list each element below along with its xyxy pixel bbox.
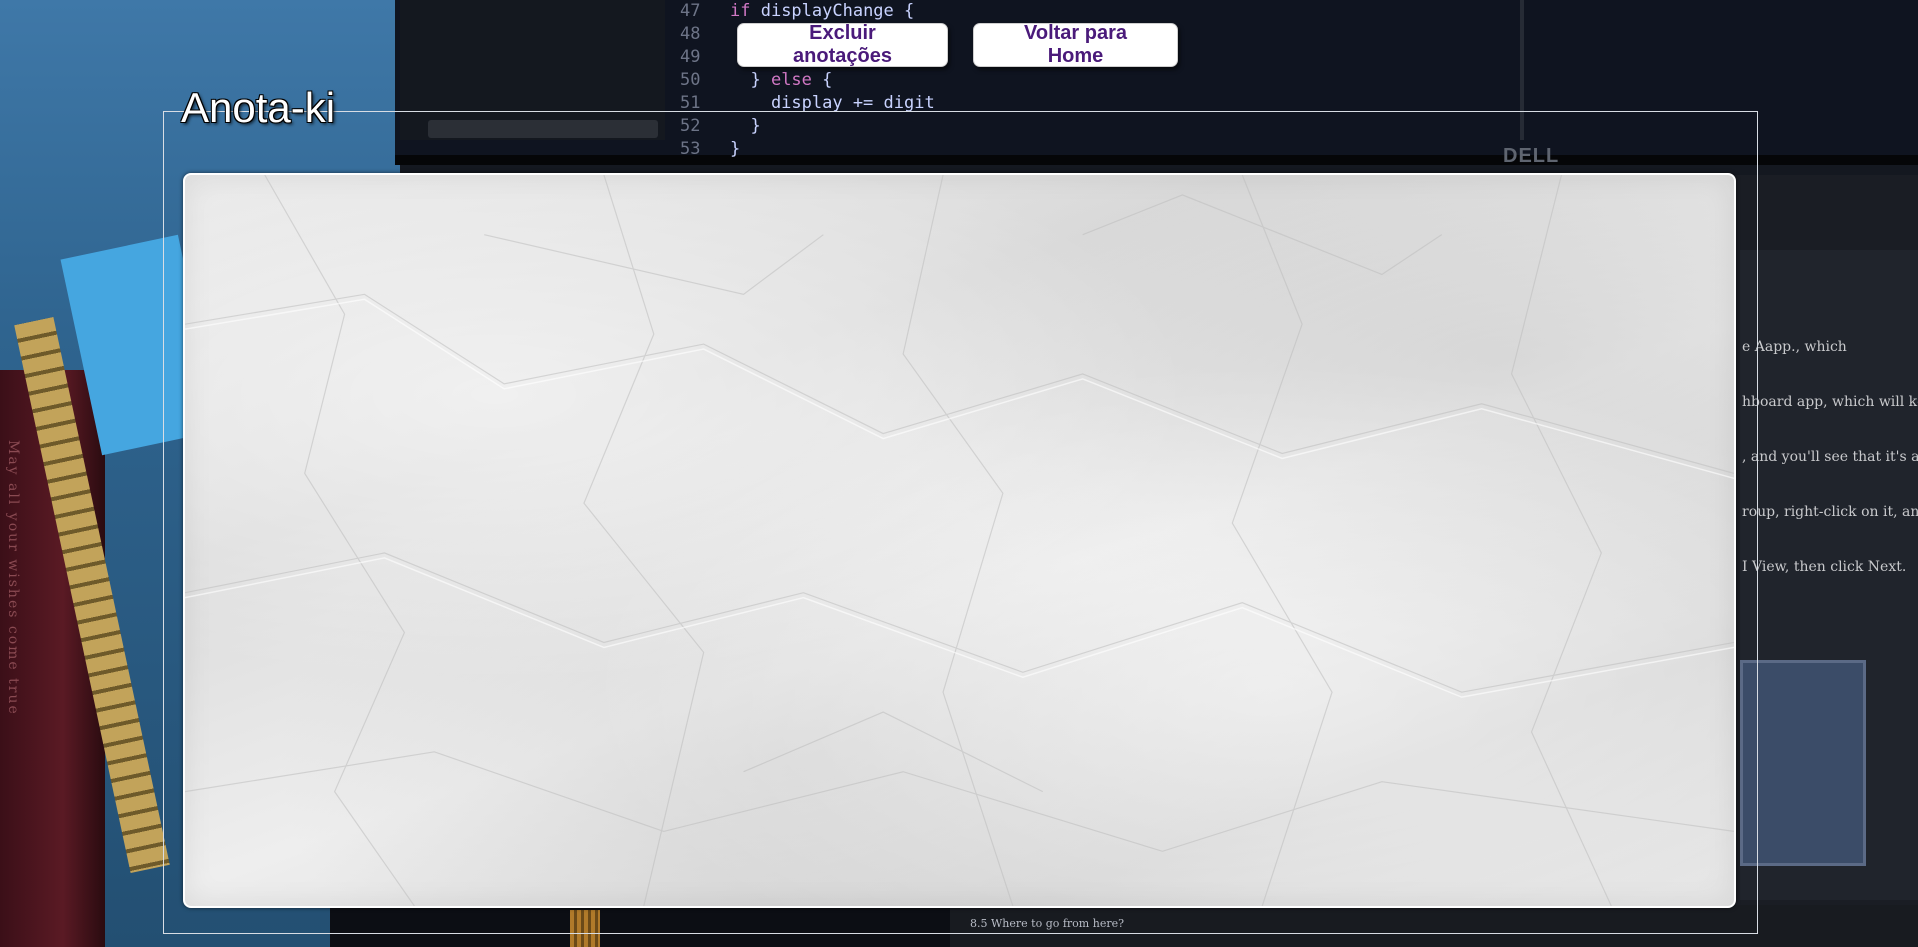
bg-right-text: e Aapp., which hboard app, which will ke… <box>1742 339 1918 575</box>
toolbar: Excluir anotações Voltar para Home <box>737 22 1178 67</box>
notes-textarea[interactable] <box>185 175 1734 906</box>
back-home-button[interactable]: Voltar para Home <box>973 22 1178 67</box>
app-title: Anota-ki <box>181 84 336 131</box>
bg-right-screenshot <box>1740 660 1866 866</box>
notes-paper[interactable] <box>183 173 1736 908</box>
delete-notes-button[interactable]: Excluir anotações <box>737 22 948 67</box>
